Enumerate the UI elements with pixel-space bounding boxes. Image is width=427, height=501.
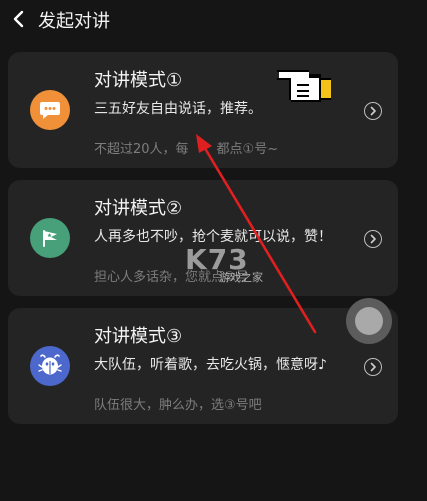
floating-button-core — [355, 307, 383, 335]
mode-2-card[interactable]: 对讲模式② 人再多也不吵，抢个麦就可以说，赞！ 担心人多话杂，您就点②号 — [8, 180, 398, 296]
mode-1-card[interactable]: 对讲模式① 三五好友自由说话，推荐。 不超过20人，每 都点①号~ — [8, 52, 398, 168]
chevron-left-icon[interactable] — [10, 9, 28, 29]
header: 发起对讲 — [0, 0, 427, 42]
pointing-hand-icon — [277, 70, 331, 102]
bug-mascot-icon — [30, 346, 70, 386]
mode-note-end: 都点①号~ — [216, 142, 279, 157]
mode-note: 不超过20人，每 都点①号~ — [94, 138, 278, 157]
mode-title: 对讲模式③ — [94, 326, 183, 347]
mode-title: 对讲模式② — [94, 198, 183, 219]
mode-3-card[interactable]: 对讲模式③ 大队伍，听着歌，去吃火锅，惬意呀♪ 队伍很大，肿么办，选③号吧 — [8, 308, 398, 424]
mode-description: 三五好友自由说话，推荐。 — [94, 101, 262, 117]
floating-assistive-button[interactable] — [346, 298, 392, 344]
flag-icon — [30, 218, 70, 258]
mode-note: 担心人多话杂，您就点②号 — [94, 270, 249, 285]
chevron-right-icon[interactable] — [364, 230, 382, 248]
chat-bubble-icon — [30, 90, 70, 130]
chevron-right-icon[interactable] — [364, 358, 382, 376]
chevron-right-icon[interactable] — [364, 102, 382, 120]
mode-description: 人再多也不吵，抢个麦就可以说，赞！ — [94, 229, 332, 245]
mode-title: 对讲模式① — [94, 70, 183, 91]
mode-description: 大队伍，听着歌，去吃火锅，惬意呀♪ — [94, 357, 327, 373]
mode-note-start: 不超过20人，每 — [94, 142, 189, 157]
page-title: 发起对讲 — [38, 11, 110, 32]
mode-note: 队伍很大，肿么办，选③号吧 — [94, 398, 262, 413]
